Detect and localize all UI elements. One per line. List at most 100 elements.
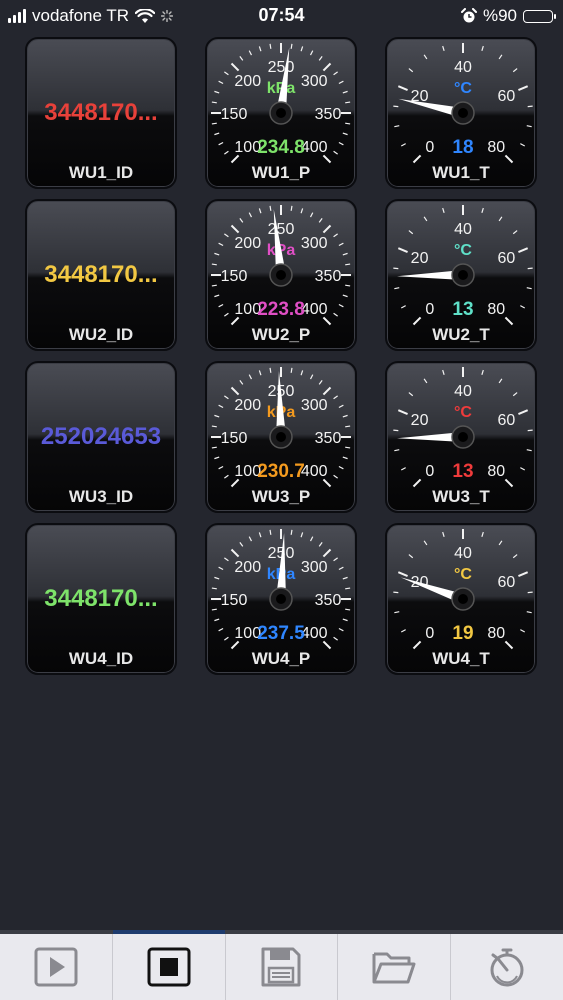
minor-tick [214,456,220,460]
major-tick [322,316,332,326]
minor-tick [333,395,338,400]
id-tile[interactable]: 3448170... WU2_ID [25,199,177,351]
major-tick [518,85,529,91]
minor-tick [342,414,348,418]
minor-tick [345,425,351,428]
major-tick [412,478,422,488]
minor-tick [290,43,293,49]
major-tick [412,640,422,650]
minor-tick [345,101,351,104]
minor-tick [338,465,344,470]
tile-label: WU3_P [251,487,311,506]
minor-tick [423,54,428,60]
tick-label: 0 [425,625,434,642]
minor-tick [224,474,229,479]
id-tile[interactable]: 3448170... WU4_ID [25,523,177,675]
tile-label: WU4_T [432,649,490,668]
minor-tick [318,542,323,547]
pressure-gauge[interactable]: 100150200250300350400kPa223.8WU2_P [205,199,357,351]
minor-tick [345,284,351,287]
minor-tick [408,230,414,235]
tick-label: 40 [454,221,472,238]
minor-tick [442,45,445,51]
minor-tick [394,449,400,452]
unit-label: °C [454,242,472,259]
minor-tick [248,50,253,56]
minor-tick [333,557,338,562]
minor-tick [338,80,344,85]
major-tick [230,224,240,234]
tick-label: 80 [487,301,505,318]
stop-icon [147,947,191,987]
pressure-gauge[interactable]: 100150200250300350400kPa237.5WU4_P [205,523,357,675]
folder-icon [372,952,416,984]
minor-tick [481,531,484,537]
minor-tick [258,370,262,376]
major-tick [518,409,529,415]
minor-tick [239,56,244,61]
minor-tick [211,608,217,611]
minor-tick [526,125,532,128]
minor-tick [526,449,532,452]
unit-label: °C [454,80,472,97]
tick-label: 20 [411,250,429,267]
major-tick [230,62,240,72]
id-tile[interactable]: 252024653 WU3_ID [25,361,177,513]
minor-tick [258,46,262,52]
minor-tick [224,71,229,76]
unit-label: °C [454,566,472,583]
pressure-gauge[interactable]: 100150200250300350400kPa234.8WU1_P [205,37,357,189]
tick-label: 300 [301,235,328,252]
tile-label: WU4_ID [68,649,134,668]
minor-tick [520,629,526,633]
temperature-gauge[interactable]: 0 20 40 60 80 °C 18 WU1_T [385,37,537,189]
minor-tick [248,374,253,380]
minor-tick [224,150,229,155]
temperature-gauge[interactable]: 020406080°C19WU4_T [385,523,537,675]
minor-tick [408,68,414,73]
major-tick [518,571,529,577]
minor-tick [211,446,217,449]
tick-label: 350 [315,430,342,447]
stop-button[interactable] [112,930,226,1000]
minor-tick [269,529,272,535]
major-tick [504,478,514,488]
minor-tick [318,56,323,61]
gauge-settings-button[interactable] [451,934,563,1000]
tick-label: 300 [301,73,328,90]
temperature-gauge[interactable]: 0 20 40 60 80 °C 13 WU2_T [385,199,537,351]
save-button[interactable] [226,934,339,1000]
value-readout: 223.8 [257,299,305,320]
minor-tick [211,587,217,590]
minor-tick [224,395,229,400]
id-tile[interactable]: 3448170... WU1_ID [25,37,177,189]
minor-tick [442,531,445,537]
minor-tick [224,233,229,238]
tick-label: 150 [221,430,248,447]
minor-tick [269,43,272,49]
minor-tick [338,303,344,308]
minor-tick [309,536,314,542]
minor-tick [512,68,518,73]
tick-label: 40 [454,59,472,76]
minor-tick [498,540,503,546]
minor-tick [526,287,532,290]
tick-label: 200 [234,559,261,576]
major-tick [397,409,408,415]
minor-tick [423,216,428,222]
major-tick [518,247,529,253]
major-tick [230,154,240,164]
open-folder-button[interactable] [338,934,452,1000]
minor-tick [214,414,220,418]
pressure-gauge[interactable]: 100150200250300350400kPa230.7WU3_P [205,361,357,513]
temperature-gauge[interactable]: 0 20 40 60 80 °C 13 WU3_T [385,361,537,513]
tick-label: 150 [221,106,248,123]
major-tick [504,640,514,650]
minor-tick [520,467,526,471]
play-button[interactable] [0,934,113,1000]
minor-tick [214,294,220,298]
minor-tick [333,233,338,238]
major-tick [322,62,332,72]
id-value: 3448170... [44,585,158,612]
tick-label: 0 [425,463,434,480]
